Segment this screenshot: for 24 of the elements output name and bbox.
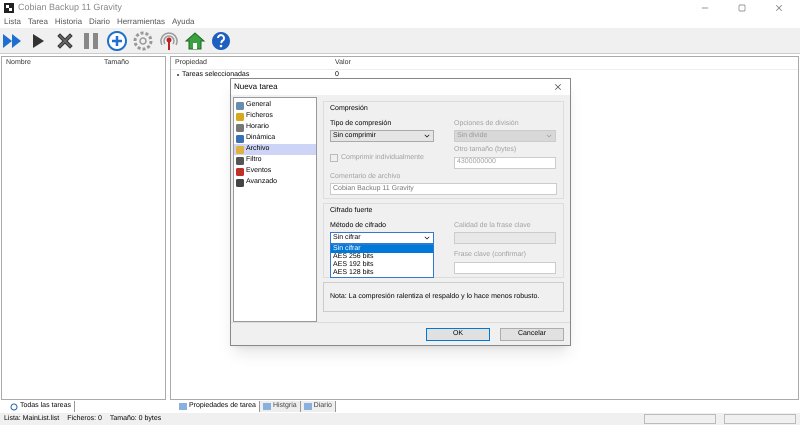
tab-icon xyxy=(304,403,312,410)
status-panel xyxy=(724,414,796,424)
home-icon[interactable] xyxy=(184,30,206,52)
menu-item[interactable]: Lista xyxy=(4,16,21,28)
menu-item[interactable]: Diario xyxy=(89,16,110,28)
tab-icon xyxy=(179,403,187,410)
clock-icon xyxy=(10,402,18,410)
status-panel xyxy=(644,414,716,424)
menu-item[interactable]: Herramientas xyxy=(116,16,165,28)
dialog-title: Nueva tarea xyxy=(234,81,279,94)
antenna-icon[interactable] xyxy=(158,30,180,52)
tab-icon xyxy=(262,403,271,410)
menu-item[interactable]: Ayuda xyxy=(172,16,195,28)
passphrase-field[interactable] xyxy=(454,262,556,274)
settings-icon[interactable] xyxy=(132,30,154,52)
menu-item[interactable]: Historia xyxy=(54,16,82,28)
maximize-icon[interactable] xyxy=(738,4,746,12)
close-icon[interactable] xyxy=(774,3,784,13)
menu-item[interactable]: Tarea xyxy=(28,16,48,28)
add-icon[interactable] xyxy=(106,30,128,52)
help-icon[interactable] xyxy=(210,30,232,52)
close-icon[interactable] xyxy=(553,82,563,92)
window-title: Cobian Backup 11 Gravity xyxy=(18,1,122,14)
app-icon xyxy=(4,3,14,13)
